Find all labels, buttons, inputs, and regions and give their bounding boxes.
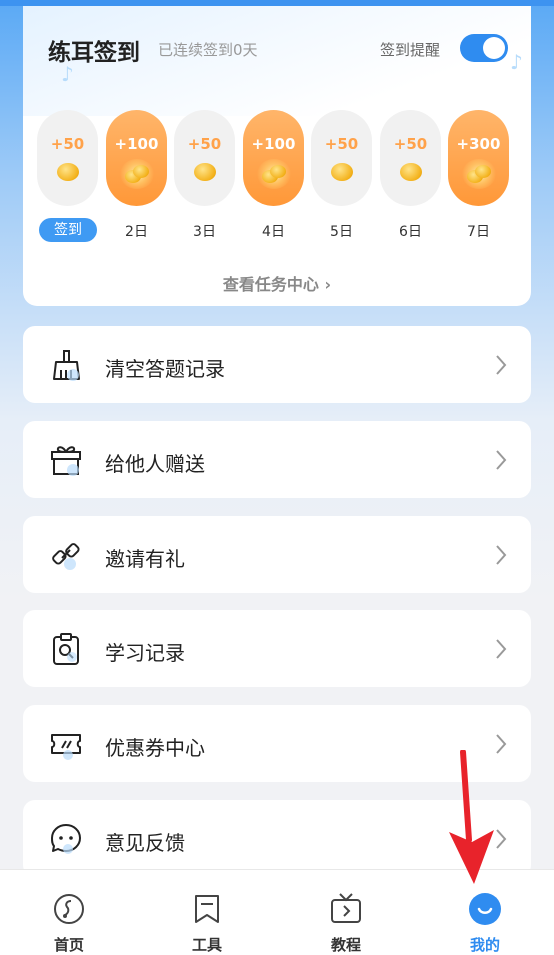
checkin-title: 练耳签到 (48, 40, 140, 66)
coin-burst-icon (256, 159, 291, 189)
day-label: 2日 (125, 224, 148, 240)
nav-tab-tutorials[interactable]: 教程 (277, 870, 415, 955)
chevron-right-icon (496, 639, 507, 659)
coin-burst-icon (119, 159, 154, 189)
menu-label: 邀请有礼 (105, 547, 185, 571)
day-label: 6日 (399, 224, 422, 240)
menu-item-invite[interactable]: 邀请有礼 (23, 516, 531, 593)
nav-tab-home[interactable]: 首页 (0, 870, 138, 955)
home-note-icon (54, 894, 84, 924)
chevron-right-icon (496, 545, 507, 565)
link-icon (52, 543, 80, 570)
coin-icon (56, 163, 79, 181)
nav-label: 教程 (330, 936, 361, 954)
task-center-link[interactable]: 查看任务中心 › (23, 271, 531, 295)
day-points: +100 (114, 135, 159, 153)
checkin-day-6[interactable]: +50 (380, 110, 441, 206)
checkin-card: ♪ ♪ 练耳签到 已连续签到0天 签到提醒 +50 签到 +100 2日 +50… (23, 6, 531, 306)
checkin-streak-text: 已连续签到0天 (158, 41, 258, 59)
menu-label: 优惠券中心 (105, 736, 205, 760)
day-label: 3日 (193, 224, 216, 240)
toggle-knob (483, 37, 505, 59)
menu-item-clear-records[interactable]: 清空答题记录 (23, 326, 531, 403)
nav-label: 工具 (191, 936, 222, 954)
menu-label: 意见反馈 (105, 831, 185, 855)
day-label: 5日 (330, 224, 353, 240)
coin-icon (193, 163, 216, 181)
coupon-icon (51, 734, 81, 760)
day-points: +50 (393, 135, 428, 153)
bookmark-icon (195, 895, 219, 923)
day-points: +50 (324, 135, 359, 153)
clipboard-search-icon (53, 633, 79, 665)
checkin-day-2[interactable]: +100 (106, 110, 167, 206)
nav-tab-tools[interactable]: 工具 (138, 870, 276, 955)
nav-label: 首页 (53, 936, 84, 954)
day-points: +50 (187, 135, 222, 153)
feedback-chat-icon (51, 824, 81, 854)
coin-icon (330, 163, 353, 181)
day-points: +300 (456, 135, 501, 153)
chevron-right-icon (496, 355, 507, 375)
checkin-day-3[interactable]: +50 (174, 110, 235, 206)
tv-play-icon (331, 893, 361, 923)
checkin-button[interactable]: 签到 (39, 218, 97, 242)
day-points: +50 (50, 135, 85, 153)
annotation-arrow-icon (449, 750, 494, 884)
checkin-reminder-toggle[interactable] (460, 34, 508, 62)
music-note-decoration-icon: ♪ (510, 50, 523, 74)
nav-label: 我的 (469, 936, 500, 954)
menu-label: 给他人赠送 (105, 452, 205, 476)
checkin-day-1[interactable]: +50 (37, 110, 98, 206)
coin-icon (399, 163, 422, 181)
menu-item-study-records[interactable]: 学习记录 (23, 610, 531, 687)
day-label: 7日 (467, 224, 490, 240)
checkin-day-7[interactable]: +300 (448, 110, 509, 206)
checkin-day-4[interactable]: +100 (243, 110, 304, 206)
menu-label: 清空答题记录 (105, 357, 225, 381)
profile-smile-icon (469, 893, 501, 925)
checkin-days: +50 签到 +100 2日 +50 3日 +100 4日 +50 5日 +50… (37, 110, 517, 250)
checkin-reminder-label: 签到提醒 (380, 41, 441, 59)
checkin-day-5[interactable]: +50 (311, 110, 372, 206)
day-label: 4日 (262, 224, 285, 240)
chevron-right-icon (496, 450, 507, 470)
gift-icon (51, 446, 81, 476)
coin-burst-icon (461, 159, 496, 189)
menu-label: 学习记录 (105, 641, 185, 665)
menu-item-gift[interactable]: 给他人赠送 (23, 421, 531, 498)
day-points: +100 (251, 135, 296, 153)
broom-icon (53, 350, 80, 381)
